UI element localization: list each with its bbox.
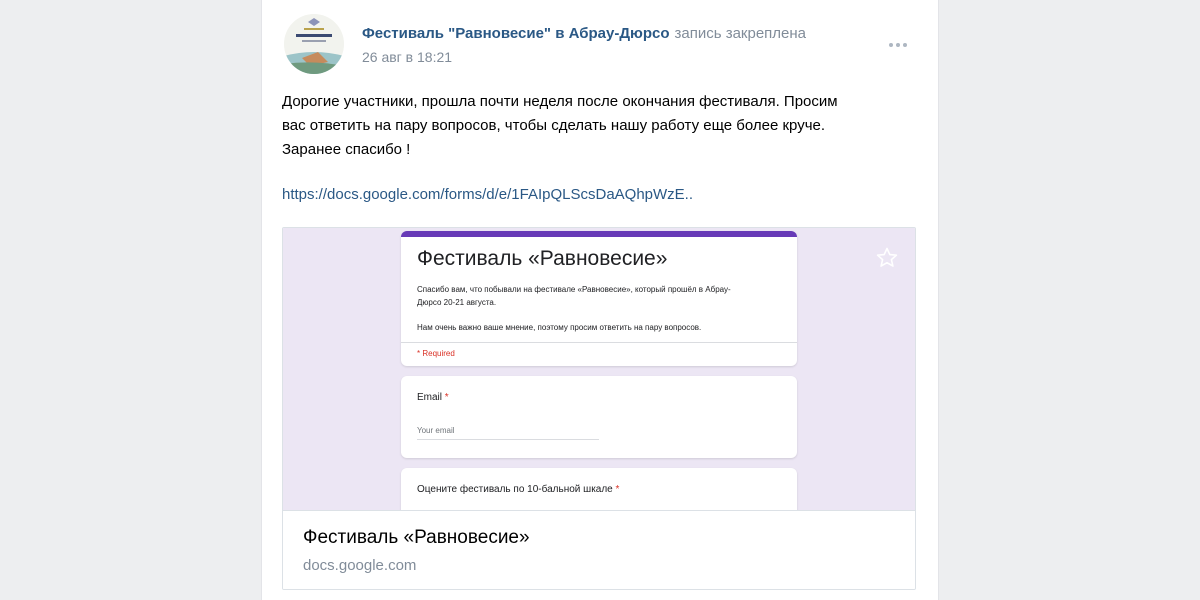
link-attachment-card[interactable]: Фестиваль «Равновесие» Спасибо вам, что … xyxy=(282,227,916,590)
link-info[interactable]: Фестиваль «Равновесие» docs.google.com xyxy=(283,510,915,589)
email-label: Email xyxy=(417,392,443,403)
star-outline-icon[interactable] xyxy=(875,246,899,270)
festival-logo-image xyxy=(284,14,344,74)
post-header: Фестиваль "Равновесие" в Абрау-Дюрсо запи… xyxy=(362,25,806,42)
link-domain: docs.google.com xyxy=(303,557,417,574)
email-question: Email * xyxy=(417,392,449,403)
email-field-placeholder: Your email xyxy=(417,426,599,440)
required-star: * xyxy=(615,484,620,495)
community-name-link[interactable]: Фестиваль "Равновесие" в Абрау-Дюрсо xyxy=(362,25,670,42)
pinned-label: запись закреплена xyxy=(674,25,807,42)
post-text-line: вас ответить на пару вопросов, чтобы сде… xyxy=(282,117,826,134)
link-preview-image[interactable]: Фестиваль «Равновесие» Спасибо вам, что … xyxy=(283,228,915,510)
more-icon[interactable] xyxy=(882,36,914,54)
required-star: * xyxy=(444,392,449,403)
community-avatar[interactable] xyxy=(284,14,344,74)
rating-question: Оцените фестиваль по 10-бальной шкале * xyxy=(417,484,619,495)
form-description-line: Спасибо вам, что побывали на фестивале «… xyxy=(417,285,731,294)
form-title: Фестиваль «Равновесие» xyxy=(417,247,668,270)
form-description: Спасибо вам, что побывали на фестивале «… xyxy=(417,283,777,309)
form-email-card: Email * Your email xyxy=(401,376,797,458)
post-text-line: Заранее спасибо ! xyxy=(282,141,411,158)
required-note: * Required xyxy=(417,349,455,358)
form-rating-card: Оцените фестиваль по 10-бальной шкале * xyxy=(401,468,797,510)
post-date[interactable]: 26 авг в 18:21 xyxy=(362,49,452,65)
form-description-line: Дюрсо 20-21 августа. xyxy=(417,298,497,307)
form-header-card: Фестиваль «Равновесие» Спасибо вам, что … xyxy=(401,231,797,366)
form-divider xyxy=(401,342,797,343)
link-title[interactable]: Фестиваль «Равновесие» xyxy=(303,527,530,549)
post-link[interactable]: https://docs.google.com/forms/d/e/1FAIpQ… xyxy=(282,186,693,203)
post-text: Дорогие участники, прошла почти неделя п… xyxy=(282,90,902,162)
form-description-line: Нам очень важно ваше мнение, поэтому про… xyxy=(417,323,702,332)
post-text-line: Дорогие участники, прошла почти неделя п… xyxy=(282,93,838,110)
wall-post: Фестиваль "Равновесие" в Абрау-Дюрсо запи… xyxy=(261,0,939,600)
rating-label: Оцените фестиваль по 10-бальной шкале xyxy=(417,484,613,495)
